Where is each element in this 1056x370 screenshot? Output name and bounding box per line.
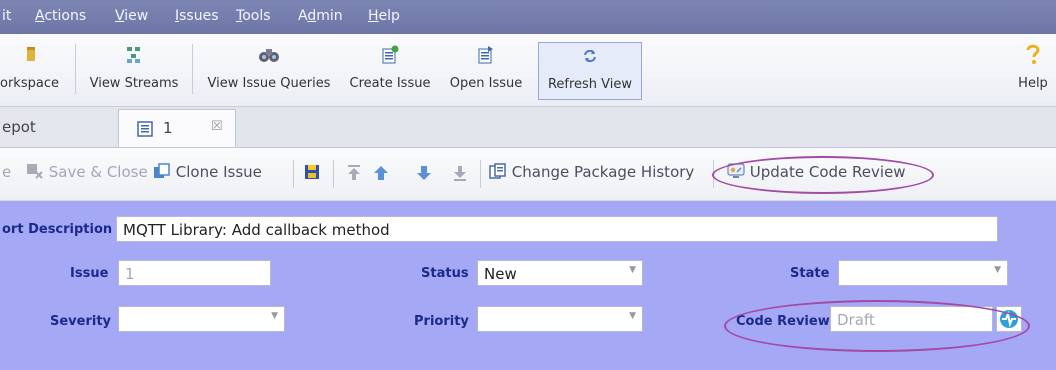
change-package-history-label: Change Package History [511, 163, 695, 181]
update-code-review-label: Update Code Review [749, 163, 906, 181]
short-description-input[interactable]: MQTT Library: Add callback method [116, 216, 998, 242]
create-issue-icon [382, 45, 399, 64]
save-icon[interactable] [304, 164, 320, 180]
save-close-label: Save & Close [48, 163, 148, 181]
code-review-launch-icon [1000, 310, 1018, 328]
issue-label: Issue [70, 266, 109, 281]
view-streams-button[interactable]: View Streams [80, 38, 188, 98]
action-separator [480, 160, 481, 188]
main-toolbar: orkspace View Streams View Issue Queries… [0, 34, 1056, 107]
view-issue-queries-button[interactable]: View Issue Queries [196, 38, 342, 98]
document-tabs: epot 1 ☒ [0, 107, 1056, 148]
package-history-icon [489, 163, 506, 179]
chevron-down-icon: ▼ [271, 311, 278, 321]
binoculars-icon [259, 49, 279, 62]
menu-bar: it Actions View Issues Tools Admin Help [0, 0, 1056, 34]
toolbar-separator [192, 44, 193, 94]
move-to-top-icon[interactable] [346, 164, 362, 182]
tab-issue-label: 1 [163, 119, 173, 137]
state-label: State [790, 266, 830, 281]
menu-edit[interactable]: it [2, 8, 11, 24]
menu-view[interactable]: View [115, 8, 148, 24]
view-issue-queries-label: View Issue Queries [207, 76, 331, 91]
action-separator [293, 160, 294, 188]
issue-tab-icon [137, 121, 153, 137]
state-select[interactable]: ▼ [838, 260, 1008, 286]
refresh-view-button[interactable]: Refresh View [538, 42, 642, 100]
priority-label: Priority [414, 314, 469, 329]
create-issue-button[interactable]: Create Issue [344, 38, 436, 98]
status-label: Status [421, 266, 469, 281]
chevron-down-icon: ▼ [629, 265, 636, 275]
menu-admin[interactable]: Admin [298, 8, 343, 24]
tab-depot[interactable]: epot [0, 109, 116, 146]
move-down-icon[interactable] [416, 164, 432, 182]
code-review-input[interactable]: Draft [830, 306, 993, 332]
severity-label: Severity [50, 314, 112, 329]
code-review-value: Draft [837, 311, 875, 329]
clone-issue-button[interactable]: Clone Issue [153, 163, 262, 181]
chevron-down-icon: ▼ [629, 311, 636, 321]
open-issue-button[interactable]: Open Issue [442, 38, 530, 98]
change-package-history-button[interactable]: Change Package History [489, 163, 694, 181]
save-close-icon [27, 164, 43, 179]
issue-form: ort Description MQTT Library: Add callba… [0, 201, 1056, 370]
create-issue-label: Create Issue [349, 76, 431, 91]
menu-help[interactable]: Help [368, 8, 400, 24]
save-close-button[interactable]: Save & Close [26, 163, 148, 181]
workspace-icon [27, 47, 35, 61]
tab-issue-1[interactable]: 1 ☒ [118, 109, 236, 147]
refresh-icon [584, 49, 596, 63]
code-review-icon [727, 163, 745, 178]
priority-select[interactable]: ▼ [477, 306, 643, 332]
update-code-review-button[interactable]: Update Code Review [727, 163, 906, 181]
severity-select[interactable]: ▼ [118, 306, 285, 332]
help-icon [1026, 44, 1040, 64]
issue-number-value: 1 [125, 265, 135, 283]
clone-icon [154, 163, 170, 178]
view-streams-label: View Streams [89, 76, 179, 91]
workspace-label: orkspace [0, 76, 59, 91]
tab-depot-label: epot [2, 118, 36, 136]
refresh-view-label: Refresh View [547, 77, 633, 92]
short-description-label: ort Description [2, 222, 113, 237]
short-description-value: MQTT Library: Add callback method [123, 221, 390, 239]
save-button[interactable]: e [2, 163, 11, 181]
issue-number-input[interactable]: 1 [118, 260, 271, 286]
chevron-down-icon: ▼ [994, 265, 1001, 275]
code-review-label: Code Review [736, 314, 830, 329]
code-review-launch-button[interactable] [996, 306, 1022, 332]
action-separator [713, 160, 714, 188]
move-to-bottom-icon[interactable] [452, 164, 468, 182]
streams-icon [127, 47, 140, 63]
status-select[interactable]: New ▼ [477, 260, 643, 286]
help-label: Help [1018, 76, 1048, 91]
open-issue-label: Open Issue [449, 76, 523, 91]
menu-tools[interactable]: Tools [236, 8, 271, 24]
clone-issue-label: Clone Issue [175, 163, 262, 181]
issue-action-toolbar: e Save & Close Clone Issue Change Packag… [0, 148, 1056, 201]
move-up-icon[interactable] [373, 164, 389, 182]
menu-issues[interactable]: Issues [175, 8, 219, 24]
close-tab-icon[interactable]: ☒ [211, 119, 223, 134]
workspace-button[interactable]: orkspace [0, 38, 74, 98]
open-issue-icon [478, 46, 493, 64]
action-separator [333, 160, 334, 188]
status-value: New [484, 265, 517, 283]
menu-actions[interactable]: Actions [35, 8, 86, 24]
help-button[interactable]: Help [1010, 38, 1056, 98]
toolbar-separator [75, 44, 76, 94]
